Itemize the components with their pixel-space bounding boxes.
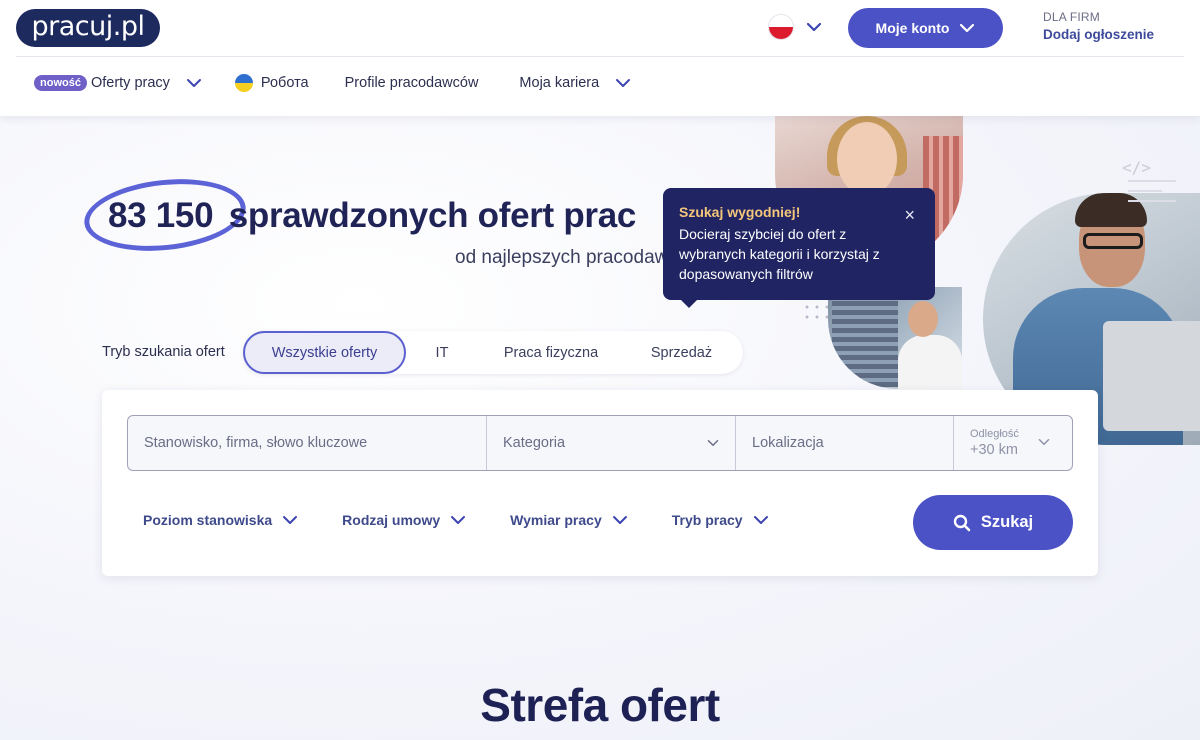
- distance-select[interactable]: Odległość +30 km: [954, 416, 1072, 470]
- main-nav: nowość Oferty pracy Робота Profile praco…: [34, 74, 631, 92]
- nav-item-label: Profile pracodawców: [344, 75, 479, 91]
- search-mode-tabs: Wszystkie oferty IT Praca fizyczna Sprze…: [243, 331, 743, 374]
- chevron-down-icon: [616, 79, 631, 87]
- filter-work-mode[interactable]: Tryb pracy: [672, 512, 769, 528]
- close-icon[interactable]: ×: [904, 206, 915, 224]
- my-account-button[interactable]: Moje konto: [848, 8, 1003, 48]
- search-icon: [953, 514, 971, 531]
- nav-item-ukrainian-jobs[interactable]: Робота: [234, 74, 309, 92]
- nav-item-my-career[interactable]: Moja kariera: [519, 75, 631, 91]
- filter-row: Poziom stanowiska Rodzaj umowy Wymiar pr…: [143, 512, 769, 528]
- filter-label: Tryb pracy: [671, 512, 743, 528]
- keyword-placeholder: Stanowisko, firma, słowo kluczowe: [144, 435, 368, 451]
- ukraine-flag-icon: [234, 74, 253, 92]
- my-account-label: Moje konto: [875, 20, 950, 36]
- keyword-input[interactable]: Stanowisko, firma, słowo kluczowe: [128, 416, 487, 470]
- site-header: pracuj.pl Moje konto DLA FIRM Dodaj ogło…: [0, 0, 1200, 116]
- nav-item-label: Робота: [260, 75, 309, 91]
- distance-value: +30 km: [970, 442, 1018, 458]
- post-ad-link[interactable]: Dodaj ogłoszenie: [1043, 27, 1154, 42]
- chevron-down-icon: [806, 22, 822, 32]
- chevron-down-icon: [612, 516, 627, 524]
- filter-position-level[interactable]: Poziom stanowiska: [143, 512, 298, 528]
- hero-subline: od najlepszych pracodaw: [455, 247, 669, 268]
- chevron-down-icon: [707, 440, 719, 446]
- hero-headline: 83 150 sprawdzonych ofert prac: [108, 196, 636, 236]
- language-switcher[interactable]: [768, 14, 822, 40]
- offer-count: 83 150: [108, 196, 214, 235]
- nav-item-employer-profiles[interactable]: Profile pracodawców: [345, 75, 479, 91]
- tooltip-body: Docieraj szybciej do ofert z wybranych k…: [679, 226, 880, 282]
- tab-physical-work[interactable]: Praca fizyczna: [478, 331, 624, 374]
- filter-contract-type[interactable]: Rodzaj umowy: [342, 512, 466, 528]
- for-employers-label: DLA FIRM: [1043, 10, 1100, 24]
- category-placeholder: Kategoria: [503, 435, 566, 451]
- header-divider: [16, 56, 1184, 57]
- distance-label: Odległość: [970, 428, 1019, 440]
- nav-item-job-offers[interactable]: nowość Oferty pracy: [34, 75, 202, 91]
- search-button[interactable]: Szukaj: [913, 495, 1073, 550]
- filter-label: Poziom stanowiska: [143, 512, 273, 528]
- decorative-lines: [1128, 180, 1176, 210]
- tab-all-offers[interactable]: Wszystkie oferty: [243, 331, 406, 374]
- headline-text: sprawdzonych ofert prac: [228, 196, 637, 235]
- hero-photo-worker: [828, 287, 962, 389]
- code-icon: </>: [1122, 158, 1151, 177]
- nav-item-label: Oferty pracy: [90, 75, 170, 91]
- chevron-down-icon: [451, 516, 466, 524]
- chevron-down-icon: [960, 23, 975, 33]
- tab-it[interactable]: IT: [406, 331, 478, 374]
- for-employers: DLA FIRM Dodaj ogłoszenie: [1043, 10, 1154, 42]
- search-mode-label: Tryb szukania ofert: [102, 344, 225, 360]
- nav-item-label: Moja kariera: [519, 75, 600, 91]
- chevron-down-icon: [283, 516, 298, 524]
- search-button-label: Szukaj: [980, 513, 1034, 531]
- filter-label: Wymiar pracy: [510, 512, 602, 528]
- chevron-down-icon: [186, 79, 201, 87]
- pracuj-logo[interactable]: pracuj.pl: [16, 9, 160, 47]
- tooltip-title: Szukaj wygodniej!: [679, 204, 801, 220]
- new-badge: nowość: [34, 75, 87, 91]
- filter-work-time[interactable]: Wymiar pracy: [510, 512, 628, 528]
- search-fields: Stanowisko, firma, słowo kluczowe Katego…: [127, 415, 1073, 471]
- location-placeholder: Lokalizacja: [752, 435, 824, 451]
- chevron-down-icon: [753, 516, 768, 524]
- category-select[interactable]: Kategoria: [487, 416, 736, 470]
- poland-flag-icon: [768, 14, 794, 40]
- chevron-down-icon: [1038, 439, 1050, 445]
- location-input[interactable]: Lokalizacja: [736, 416, 954, 470]
- tab-sales[interactable]: Sprzedaż: [624, 331, 739, 374]
- search-panel: Stanowisko, firma, słowo kluczowe Katego…: [102, 390, 1098, 576]
- search-tip-tooltip: Szukaj wygodniej! Docieraj szybciej do o…: [663, 188, 935, 308]
- section-title: Strefa ofert: [480, 679, 720, 731]
- filter-label: Rodzaj umowy: [342, 512, 441, 528]
